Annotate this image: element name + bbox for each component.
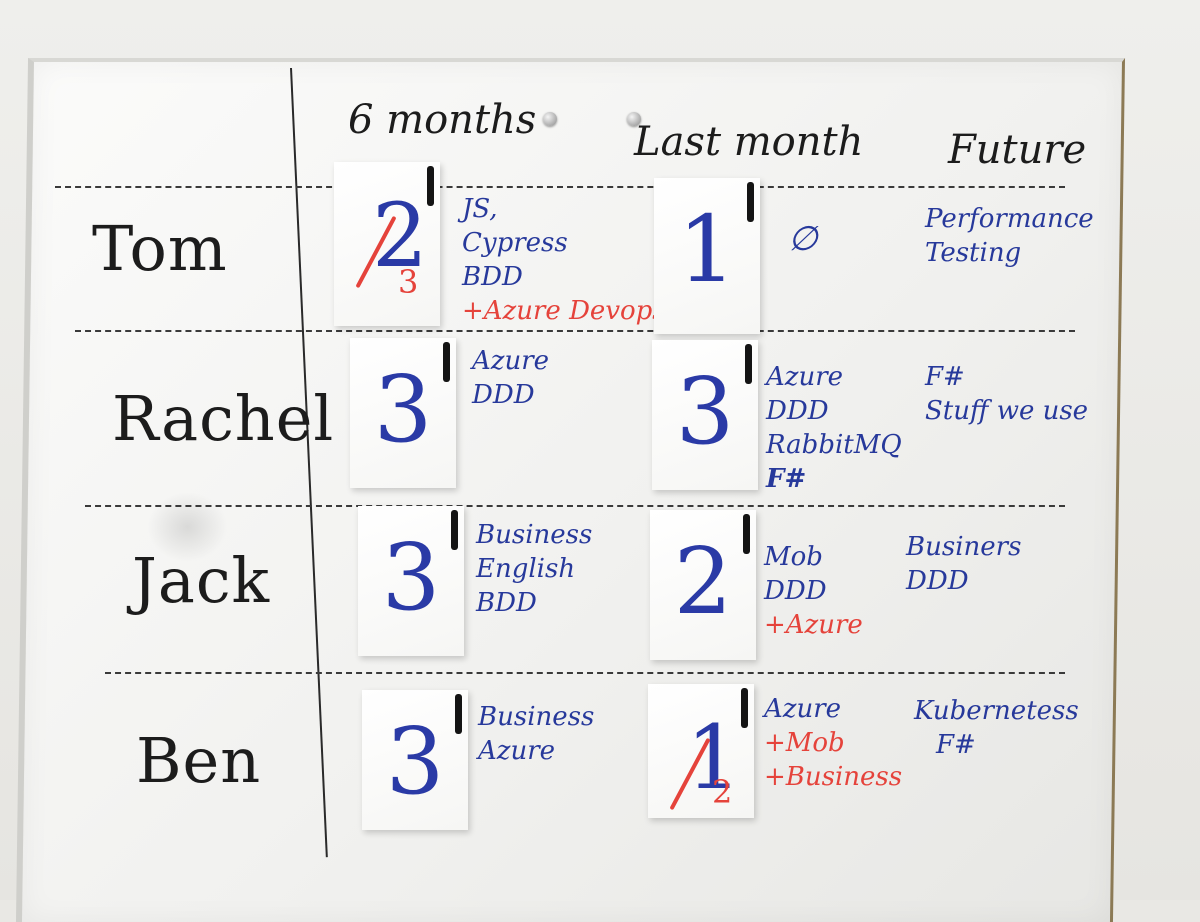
score: 3 [385,708,445,815]
topic-item: Business [478,702,595,732]
new-score: 3 [398,263,419,301]
future-item: Kubernetess [914,696,1079,726]
header-last-month: Last month [634,119,864,165]
row-divider-2 [75,330,1075,332]
topic-list: Business Azure [478,700,594,768]
tape-mark [427,166,434,206]
topic-list: ∅ [788,222,818,256]
score: 3 [675,358,735,465]
score-note: 1 [654,178,760,334]
topic-item: F# [766,464,807,494]
topic-item: ∅ [788,219,818,259]
future-item: F# [925,362,965,392]
future-item: Businers [906,532,1022,562]
topic-item: Azure [478,736,556,766]
topic-list: Azure DDD RabbitMQ F# [766,360,902,496]
score: 1 [677,196,737,303]
topic-item: +Mob [764,728,845,758]
score-note: 3 [358,506,464,656]
future-list: F# Stuff we use [925,360,1088,428]
score: 2 [673,528,733,635]
topic-item: RabbitMQ [766,430,902,460]
topic-item: Cypress [462,228,568,258]
future-item: Performance [925,204,1094,234]
person-name: Jack [132,544,271,617]
row-divider-4 [105,672,1065,674]
row-divider-3 [85,505,1065,507]
topic-list: Mob DDD +Azure [764,540,863,642]
future-list: Kubernetess F# [914,694,1079,762]
topic-item: Azure [766,362,844,392]
person-name: Rachel [112,382,335,455]
future-item: F# [936,730,976,760]
topic-item: +Business [764,762,903,792]
future-item: Stuff we use [925,396,1089,426]
topic-item: Business [476,520,593,550]
topic-item: Azure [472,346,550,376]
score-note: 3 [362,690,468,830]
topic-list: JS, Cypress BDD +Azure Devops [462,192,666,328]
topic-item: DDD [764,576,827,606]
topic-item: English [476,554,576,584]
person-name: Ben [136,724,262,797]
future-list: Businers DDD [906,530,1021,598]
header-six-months: 6 months [348,97,537,143]
score-note: 2 [650,510,756,660]
row-divider-1 [55,186,1065,188]
score-note: 2 3 [334,162,440,326]
header-future: Future [948,127,1087,173]
future-item: DDD [906,566,969,596]
topic-item: +Azure [764,610,863,640]
score-note: 1 2 [648,684,754,818]
score: 3 [373,356,433,463]
score-note: 3 [652,340,758,490]
new-score: 2 [712,773,733,811]
topic-item: Azure [764,694,842,724]
topic-list: Azure DDD [472,344,549,412]
topic-list: Azure +Mob +Business [764,692,902,794]
topic-item: Mob [764,542,823,572]
board-screw-left [543,112,557,126]
future-item: Testing [925,238,1022,268]
topic-item: DDD [766,396,829,426]
score: 3 [381,524,441,631]
tape-mark [741,688,748,728]
topic-item: JS, [462,194,498,224]
topic-item: DDD [472,380,535,410]
topic-item: BDD [476,588,537,618]
future-list: Performance Testing [925,202,1094,270]
topic-item: BDD [462,262,523,292]
score-note: 3 [350,338,456,488]
topic-item: +Azure Devops [462,296,666,326]
person-name: Tom [92,212,228,285]
topic-list: Business English BDD [476,518,592,620]
